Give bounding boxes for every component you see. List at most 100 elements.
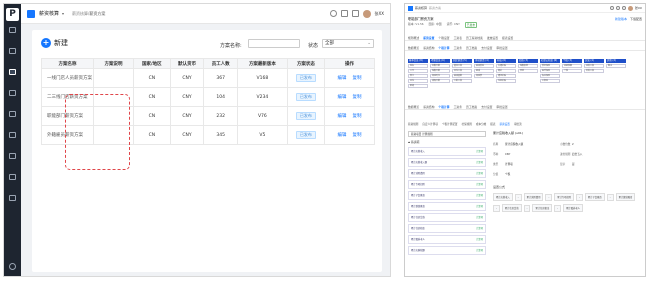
flow-item[interactable]: 加班时长 <box>430 74 450 78</box>
home-icon[interactable] <box>27 9 35 18</box>
subtab-b3[interactable]: 个税计算 <box>438 105 449 109</box>
status-select[interactable]: 全部 ⌄ <box>322 39 374 48</box>
copy-link[interactable]: 复制 <box>353 114 362 119</box>
flow-column-head[interactable]: 实发 (2) <box>584 59 604 63</box>
flow-item[interactable]: 工号 <box>408 69 428 73</box>
tab-6[interactable]: 发放设置 <box>487 36 498 40</box>
field-value[interactable]: 计算项 <box>505 162 560 166</box>
formula-chip[interactable]: 累计子女教育 <box>584 193 605 201</box>
tab-1[interactable]: 规则概述 <box>408 36 419 40</box>
app-name[interactable]: 薪资核算 <box>39 10 59 17</box>
flow-column-head[interactable]: 社保公积金 (6) <box>540 59 560 63</box>
user-name[interactable]: 张XX <box>375 11 384 17</box>
subtab-2[interactable]: 薪资结构 <box>423 46 434 50</box>
nav-doc-icon[interactable] <box>9 195 16 201</box>
avatar[interactable] <box>627 5 633 11</box>
subtab-7[interactable]: 审批设置 <box>496 46 507 50</box>
flow-item[interactable]: 绩效奖金 <box>474 64 494 68</box>
edit-link[interactable]: 编辑 <box>338 95 347 100</box>
nav-grid-icon[interactable] <box>9 27 16 33</box>
flow-column-head[interactable]: 浮动薪资 (4) <box>474 59 494 63</box>
download-config-button[interactable]: 下载配置 <box>630 17 642 21</box>
tool-7[interactable]: 薪资设置 <box>499 122 509 127</box>
flow-item[interactable]: 岗位 <box>408 79 428 83</box>
formula-chip[interactable]: 累计住房租金 <box>532 204 553 212</box>
flow-item[interactable]: 缺勤天数 <box>430 69 450 73</box>
tab-3[interactable]: 个税设置 <box>438 36 449 40</box>
edit-link[interactable]: 编辑 <box>338 133 347 138</box>
flow-item[interactable]: 请假天数 <box>430 79 450 83</box>
flow-item[interactable]: 应纳税额 <box>562 64 582 68</box>
nav-chart-icon[interactable] <box>9 132 16 138</box>
flow-item[interactable]: 部门 <box>408 74 428 78</box>
tool-4[interactable]: 社保规则 <box>462 122 472 127</box>
subtab-5[interactable]: 员工档案 <box>466 46 477 50</box>
notification-icon[interactable] <box>351 10 359 17</box>
salary-item[interactable]: 累计住房租金 计算项 <box>408 224 486 233</box>
tab-7[interactable]: 报表设置 <box>502 36 513 40</box>
formula-chip[interactable]: 累计专项扣除 <box>554 193 575 201</box>
flow-item[interactable]: 住房补贴 <box>496 79 516 83</box>
subtab-b1[interactable]: 数据概览 <box>408 105 419 109</box>
flow-item[interactable]: 工龄工资 <box>452 79 472 83</box>
flow-column-head[interactable]: 扣款 (3) <box>518 59 538 63</box>
flow-item[interactable]: 罚款 <box>518 69 538 73</box>
flow-column-head[interactable]: 固定薪资 (5) <box>452 59 472 63</box>
nav-people-icon[interactable] <box>9 153 16 159</box>
salary-item[interactable]: 累计减除费用 计算项 <box>408 169 486 178</box>
new-plan-button[interactable]: + 新建 <box>41 38 68 48</box>
tool-5[interactable]: 成本分摊 <box>476 122 486 127</box>
breadcrumb[interactable]: 薪资方案 <box>429 6 441 10</box>
formula-chip[interactable]: - <box>514 194 522 201</box>
flow-item[interactable]: 餐补 <box>496 69 516 73</box>
folder-label[interactable]: ▰ 薪资项 <box>408 140 486 144</box>
flow-item[interactable]: 实发工资 <box>584 69 604 73</box>
flow-item[interactable]: 通讯补贴 <box>496 74 516 78</box>
flow-item[interactable]: 养老保险 <box>540 64 560 68</box>
salary-item[interactable]: 累计赡养老人 计算项 <box>408 235 486 244</box>
field-value[interactable]: 2 <box>572 143 627 146</box>
copy-link[interactable]: 复制 <box>353 95 362 100</box>
tab-5[interactable]: 员工薪资档案 <box>466 36 483 40</box>
formula-chip[interactable]: 累计应税收入 <box>493 193 513 201</box>
app-name[interactable]: 薪资核算 <box>415 6 427 10</box>
formula-chip[interactable]: 累计继续教育 <box>615 193 636 201</box>
copy-link[interactable]: 复制 <box>353 76 362 81</box>
edit-link[interactable]: 编辑 <box>338 76 347 81</box>
subtab-b6[interactable]: 支付设置 <box>481 105 492 109</box>
flow-column-head[interactable]: 考勤信息 (6) <box>430 59 450 63</box>
salary-item[interactable]: 累计应税收入额 计算项 <box>408 158 486 167</box>
tab-4[interactable]: 工资表 <box>454 36 462 40</box>
flow-column-head[interactable]: 个税 (3) <box>562 59 582 63</box>
edit-link[interactable]: 编辑 <box>338 114 347 119</box>
settings-icon[interactable] <box>9 263 16 270</box>
notification-icon[interactable] <box>621 6 626 10</box>
salary-item[interactable]: 累计住房贷款 计算项 <box>408 213 486 222</box>
flow-item[interactable]: 提成 <box>474 69 494 73</box>
flow-item[interactable]: 医疗保险 <box>540 69 560 73</box>
formula-chip[interactable]: 累计减除费用 <box>523 193 544 201</box>
flow-item[interactable]: 岗位工资 <box>452 69 472 73</box>
subtab-b7[interactable]: 审批设置 <box>496 105 507 109</box>
salary-item[interactable]: 累计继续教育 计算项 <box>408 202 486 211</box>
field-value[interactable]: 累计应税收入额 <box>505 142 560 146</box>
field-value[interactable]: 个税 <box>505 172 560 176</box>
salary-item[interactable]: 累计子女教育 计算项 <box>408 191 486 200</box>
flow-column-head[interactable]: 基本信息 (8) <box>408 59 428 63</box>
nav-share-icon[interactable] <box>9 174 16 180</box>
help-icon[interactable] <box>609 6 614 10</box>
plan-name-input[interactable] <box>248 39 300 48</box>
formula-chip[interactable]: - <box>554 205 562 212</box>
flow-item[interactable]: 加班费 <box>474 74 494 78</box>
flow-item[interactable]: 应发工资 <box>584 64 604 68</box>
new-version-button[interactable]: 新建版本 <box>615 17 627 21</box>
subtab-b4[interactable]: 工资条 <box>454 105 462 109</box>
formula-chip[interactable]: - <box>493 205 500 212</box>
field-value[interactable]: CNY <box>505 153 560 156</box>
flow-column-head[interactable]: 补贴 (6) <box>496 59 516 63</box>
subtab-4[interactable]: 工资条 <box>454 46 462 50</box>
help-icon[interactable] <box>329 10 337 17</box>
formula-chip[interactable]: - <box>523 205 531 212</box>
tool-8[interactable]: 审批流 <box>514 122 522 127</box>
subtab-b5[interactable]: 员工档案 <box>466 105 477 109</box>
